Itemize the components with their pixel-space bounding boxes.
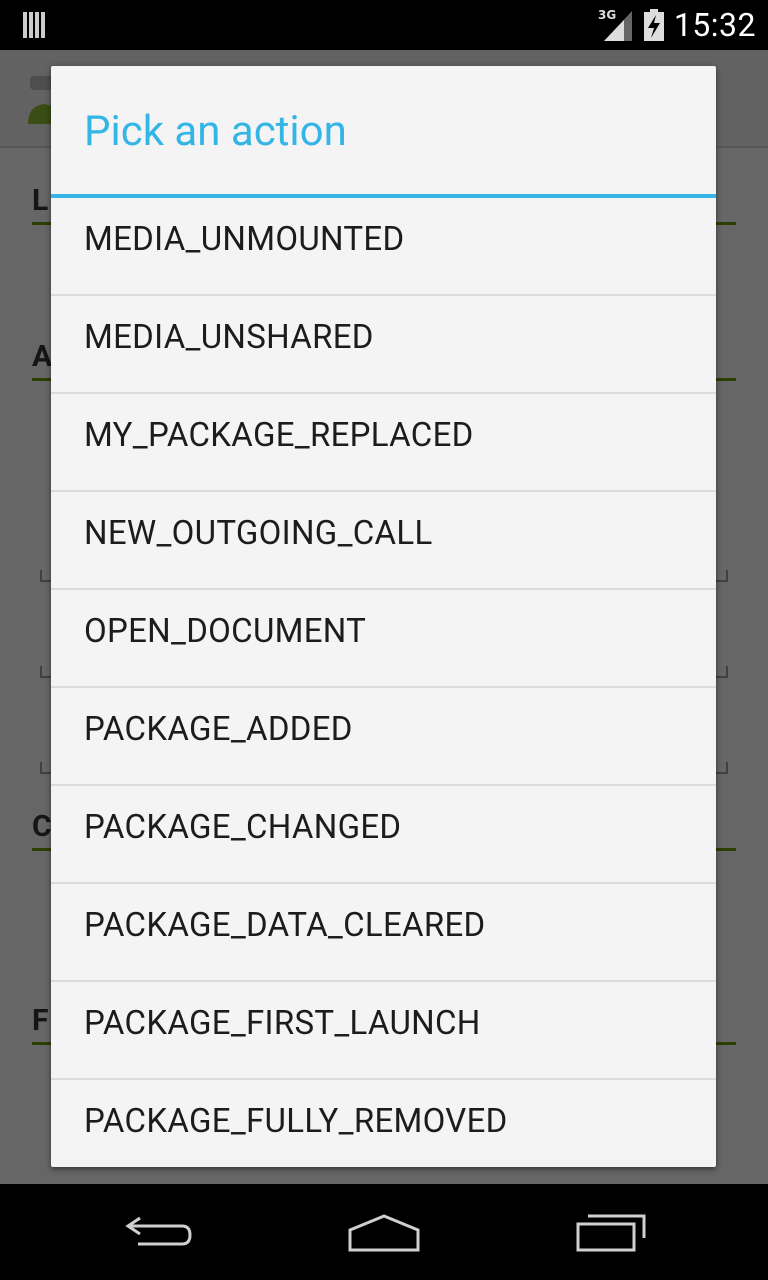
action-item-my-package-replaced[interactable]: MY_PACKAGE_REPLACED — [51, 394, 716, 492]
action-item-media-unshared[interactable]: MEDIA_UNSHARED — [51, 296, 716, 394]
notification-icon — [23, 12, 45, 38]
action-item-media-unmounted[interactable]: MEDIA_UNMOUNTED — [51, 198, 716, 296]
action-item-package-changed[interactable]: PACKAGE_CHANGED — [51, 786, 716, 884]
svg-text:3G: 3G — [598, 8, 616, 22]
action-list: MEDIA_UNMOUNTED MEDIA_UNSHARED MY_PACKAG… — [51, 198, 716, 1167]
action-item-open-document[interactable]: OPEN_DOCUMENT — [51, 590, 716, 688]
home-icon — [348, 1214, 420, 1252]
home-button[interactable] — [344, 1206, 424, 1258]
recents-icon — [576, 1214, 646, 1252]
action-item-new-outgoing-call[interactable]: NEW_OUTGOING_CALL — [51, 492, 716, 590]
dialog-title: Pick an action — [84, 107, 347, 156]
action-item-package-added[interactable]: PACKAGE_ADDED — [51, 688, 716, 786]
pick-action-dialog: Pick an action MEDIA_UNMOUNTED MEDIA_UNS… — [51, 66, 716, 1167]
clock: 15:32 — [673, 6, 756, 44]
signal-icon: 3G — [598, 8, 632, 41]
action-item-package-data-cleared[interactable]: PACKAGE_DATA_CLEARED — [51, 884, 716, 982]
action-item-package-fully-removed[interactable]: PACKAGE_FULLY_REMOVED — [51, 1080, 716, 1167]
navigation-bar — [0, 1184, 768, 1280]
action-item-package-first-launch[interactable]: PACKAGE_FIRST_LAUNCH — [51, 982, 716, 1080]
back-icon — [125, 1216, 192, 1246]
battery-charging-icon — [644, 9, 664, 41]
recents-button[interactable] — [572, 1206, 652, 1258]
status-bar: 3G 15:32 — [0, 0, 768, 50]
back-button[interactable] — [120, 1206, 200, 1258]
